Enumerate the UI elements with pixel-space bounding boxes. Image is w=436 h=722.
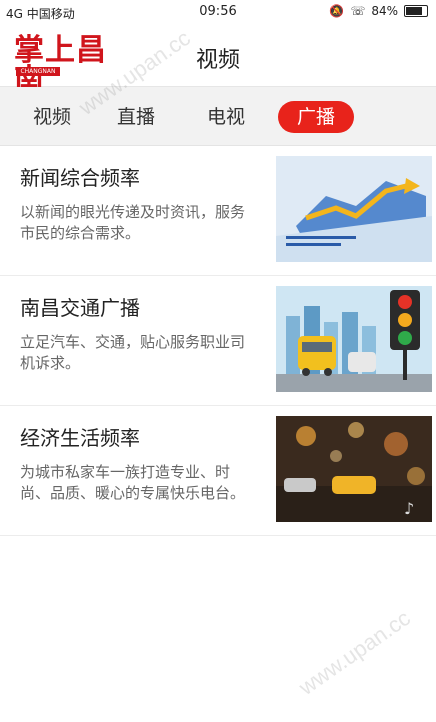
night-street-thumbnail-icon: ♪ — [276, 416, 432, 522]
channel-name: 经济生活频率 — [20, 426, 140, 450]
page-title: 视频 — [195, 48, 240, 73]
channel-list: 新闻综合频率 以新闻的眼光传递及时资讯，服务市民的综合需求。 南昌交通广播 立足… — [0, 146, 436, 536]
svg-text:♪: ♪ — [404, 499, 414, 518]
tab-tv[interactable]: 电视 — [188, 101, 264, 133]
traffic-light-thumbnail-icon — [276, 286, 432, 392]
map-arrow-thumbnail-icon — [276, 156, 432, 262]
watermark: www.upan.cc — [294, 605, 415, 701]
status-right: 🔕 ☏ 84% — [329, 4, 428, 18]
tab-radio[interactable]: 广播 — [278, 101, 354, 133]
channel-desc: 立足汽车、交通，贴心服务职业司机诉求。 — [20, 333, 246, 372]
list-item[interactable]: 南昌交通广播 立足汽车、交通，贴心服务职业司机诉求。 — [0, 276, 436, 406]
category-tabs: 视频 直播 电视 广播 — [0, 87, 436, 146]
channel-desc: 为城市私家车一族打造专业、时尚、品质、暖心的专属快乐电台。 — [20, 463, 246, 502]
channel-name: 南昌交通广播 — [20, 296, 140, 320]
channel-desc: 以新闻的眼光传递及时资讯，服务市民的综合需求。 — [20, 203, 246, 242]
list-item[interactable]: 经济生活频率 为城市私家车一族打造专业、时尚、品质、暖心的专属快乐电台。 ♪ — [0, 406, 436, 536]
channel-name: 新闻综合频率 — [20, 166, 140, 190]
battery-icon — [404, 5, 428, 17]
list-item[interactable]: 新闻综合频率 以新闻的眼光传递及时资讯，服务市民的综合需求。 — [0, 146, 436, 276]
bell-icon: 🔕 — [329, 4, 345, 18]
status-bar: 4G 中国移动 09:56 🔕 ☏ 84% — [0, 0, 436, 24]
call-icon: ☏ — [350, 4, 366, 18]
app-header: 掌上昌南 CHANGNAN 视频 — [0, 24, 436, 96]
battery-percent: 84% — [371, 4, 398, 18]
